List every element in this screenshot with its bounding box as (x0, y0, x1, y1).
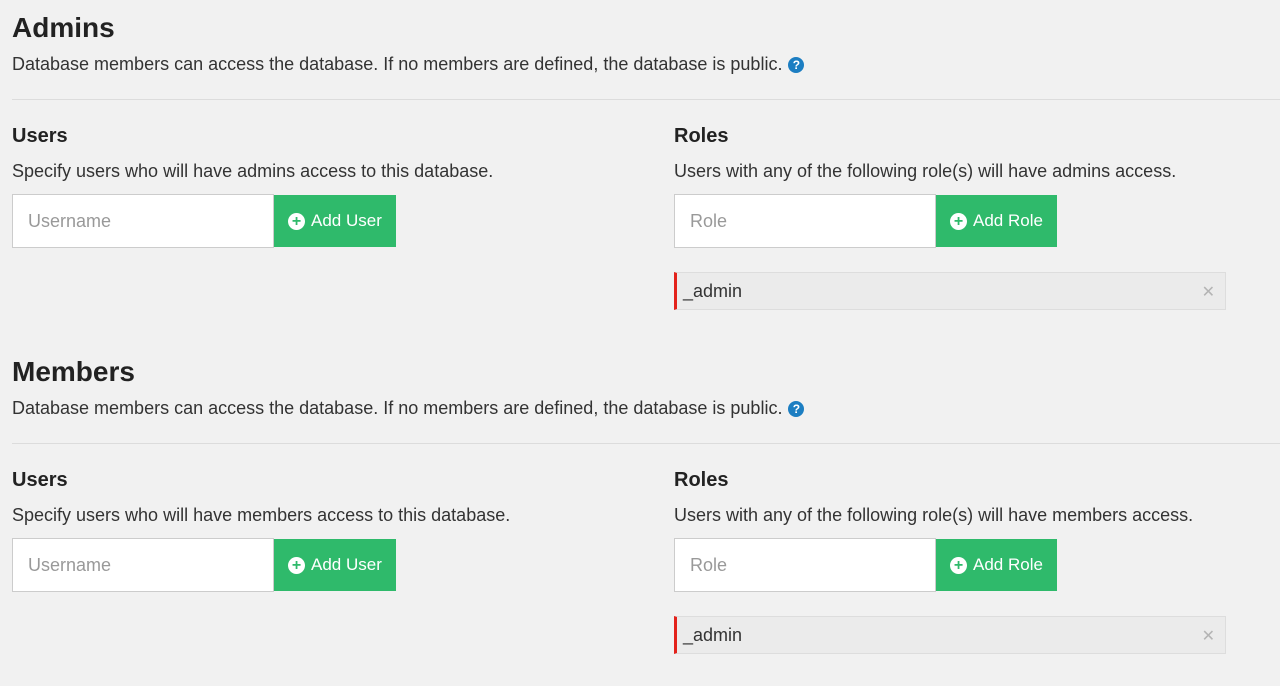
admins-add-user-label: Add User (311, 211, 382, 230)
members-roles-title: Roles (674, 469, 729, 491)
members-add-user-button[interactable]: + Add User (274, 539, 396, 591)
admins-role-input[interactable] (674, 194, 936, 248)
members-username-input[interactable] (12, 538, 274, 592)
members-description: Database members can access the database… (12, 397, 805, 419)
members-divider (12, 443, 1280, 444)
members-role-tag: _admin ✕ (674, 616, 1226, 654)
members-users-input-row: + Add User (12, 538, 396, 592)
plus-circle-icon: + (950, 212, 967, 230)
admins-users-description: Specify users who will have admins acces… (12, 161, 494, 181)
admins-divider (12, 99, 1280, 100)
plus-circle-icon: + (950, 556, 967, 574)
close-icon[interactable]: ✕ (1202, 282, 1215, 302)
members-add-role-button[interactable]: + Add Role (936, 539, 1057, 591)
admins-users-input-row: + Add User (12, 194, 396, 248)
permissions-page: Admins Database members can access the d… (0, 0, 1280, 686)
admins-role-tag-label: _admin (683, 280, 743, 301)
admins-add-role-button[interactable]: + Add Role (936, 195, 1057, 247)
members-description-text: Database members can access the database… (12, 398, 783, 418)
members-add-user-label: Add User (311, 555, 382, 574)
admins-roles-title: Roles (674, 125, 729, 147)
members-roles-input-row: + Add Role (674, 538, 1057, 592)
admins-title: Admins (12, 12, 115, 43)
question-circle-icon[interactable]: ? (788, 57, 805, 73)
admins-roles-description: Users with any of the following role(s) … (674, 161, 1177, 181)
admins-roles-input-row: + Add Role (674, 194, 1057, 248)
members-role-input[interactable] (674, 538, 936, 592)
close-icon[interactable]: ✕ (1202, 626, 1215, 646)
plus-circle-icon: + (288, 212, 305, 230)
members-roles-description: Users with any of the following role(s) … (674, 505, 1194, 525)
members-users-title: Users (12, 469, 68, 491)
admins-description: Database members can access the database… (12, 53, 805, 75)
members-users-description: Specify users who will have members acce… (12, 505, 511, 525)
admins-role-tag: _admin ✕ (674, 272, 1226, 310)
members-title: Members (12, 356, 135, 387)
members-add-role-label: Add Role (973, 555, 1043, 574)
admins-description-text: Database members can access the database… (12, 54, 783, 74)
admins-add-user-button[interactable]: + Add User (274, 195, 396, 247)
admins-add-role-label: Add Role (973, 211, 1043, 230)
admins-users-title: Users (12, 125, 68, 147)
plus-circle-icon: + (288, 556, 305, 574)
admins-username-input[interactable] (12, 194, 274, 248)
question-circle-icon[interactable]: ? (788, 401, 805, 417)
members-role-tag-label: _admin (683, 624, 743, 645)
